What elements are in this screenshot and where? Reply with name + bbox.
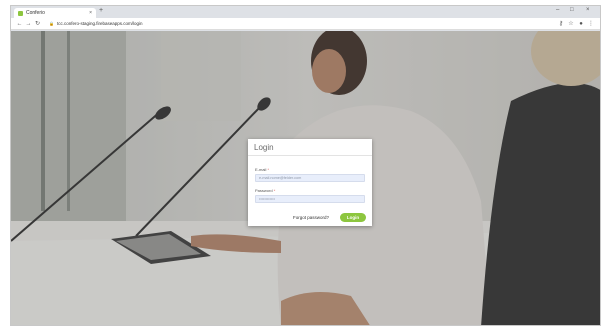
maximize-button[interactable]: □ [570, 7, 574, 13]
lock-icon: 🔒 [49, 21, 54, 26]
page-viewport: Login E-mail * e-mail.nome@felder.com Pa… [11, 31, 600, 325]
back-button[interactable]: ← [15, 21, 24, 27]
dialog-divider [248, 155, 372, 156]
email-required-mark: * [267, 167, 270, 172]
email-field[interactable]: e-mail.nome@felder.com [255, 174, 365, 182]
key-icon[interactable]: ⚷ [556, 20, 566, 27]
login-dialog: Login E-mail * e-mail.nome@felder.com Pa… [248, 139, 372, 226]
reload-button[interactable]: ↻ [33, 20, 42, 27]
close-window-button[interactable]: × [586, 7, 590, 13]
tab-conferio[interactable]: Conferio × [14, 8, 96, 18]
login-title: Login [254, 143, 274, 152]
forward-button[interactable]: → [24, 21, 33, 27]
forgot-password-link[interactable]: Forgot password? [293, 215, 329, 220]
password-required-mark: * [273, 188, 276, 193]
url-text: tcc.confero-staging.firebaseapps.com/log… [56, 21, 143, 26]
tab-title: Conferio [26, 10, 45, 16]
star-icon[interactable]: ☆ [566, 20, 576, 27]
profile-icon[interactable]: ● [576, 21, 586, 27]
tab-bar: Conferio × + – □ × [11, 6, 600, 18]
browser-toolbar: ← → ↻ 🔒 tcc.confero-staging.firebaseapps… [11, 18, 600, 30]
email-label: E-mail * [255, 167, 269, 172]
tab-close-icon[interactable]: × [89, 10, 92, 16]
menu-icon[interactable]: ⋮ [586, 20, 596, 27]
password-label: Password * [255, 188, 275, 193]
conferio-favicon-icon [18, 10, 23, 16]
email-label-text: E-mail [255, 167, 267, 172]
password-label-text: Password [255, 188, 273, 193]
password-field[interactable]: •••••••••••• [255, 195, 365, 203]
login-button[interactable]: Login [340, 213, 366, 222]
browser-window: Conferio × + – □ × ← → ↻ 🔒 tcc.confero-s… [10, 5, 601, 326]
minimize-button[interactable]: – [556, 7, 559, 13]
new-tab-button[interactable]: + [99, 7, 103, 14]
address-bar[interactable]: 🔒 tcc.confero-staging.firebaseapps.com/l… [46, 19, 556, 28]
